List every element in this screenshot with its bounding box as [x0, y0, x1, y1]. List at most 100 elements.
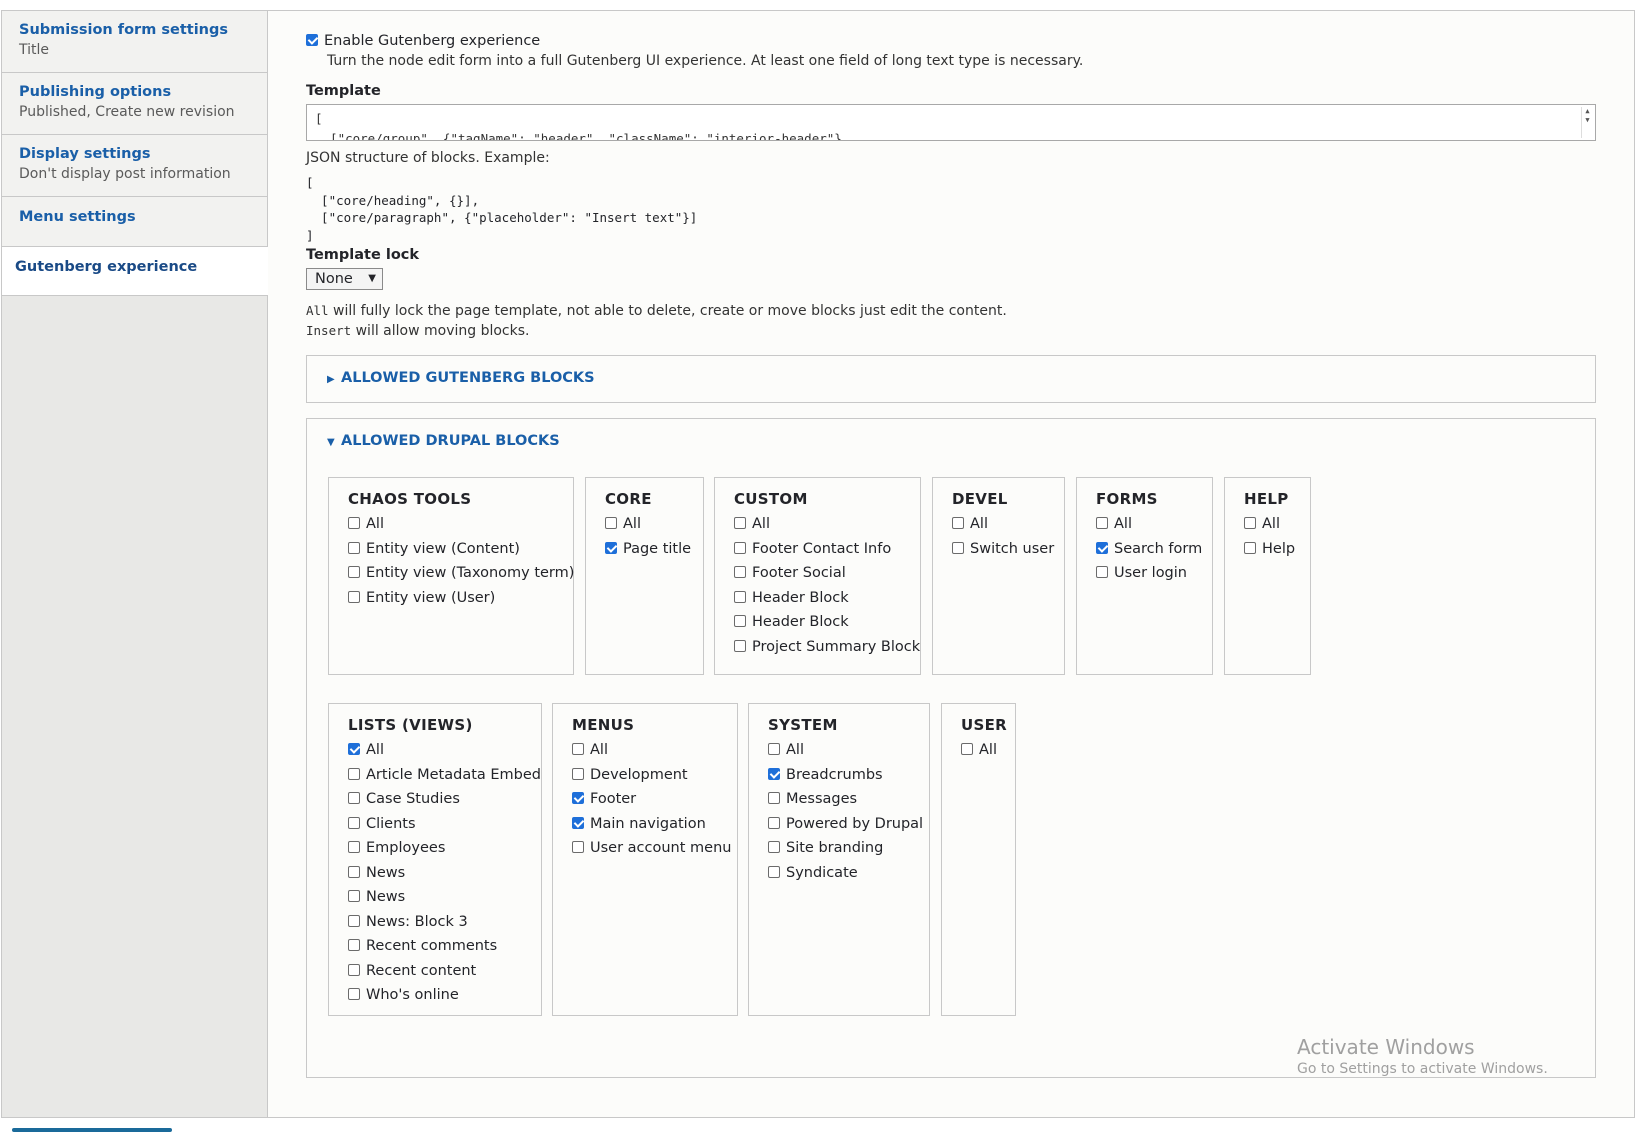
allowed-drupal-blocks-details: ▼ Allowed Drupal blocks CHAOS TOOLS All Ent… — [306, 418, 1596, 1078]
tab-gutenberg-experience[interactable]: Gutenberg experience — [2, 247, 268, 296]
block-option[interactable]: All — [348, 738, 541, 763]
block-checkbox[interactable] — [348, 914, 360, 927]
block-option[interactable]: Recent content — [348, 959, 541, 984]
block-option[interactable]: All — [961, 738, 1015, 763]
block-option[interactable]: All — [572, 738, 737, 763]
block-checkbox[interactable] — [768, 743, 780, 755]
block-option-label: Powered by Drupal — [786, 815, 924, 832]
block-checkbox[interactable] — [768, 865, 780, 878]
block-checkbox[interactable] — [734, 566, 746, 578]
block-checkbox[interactable] — [572, 743, 584, 755]
block-checkbox[interactable] — [348, 963, 360, 976]
block-checkbox[interactable] — [572, 816, 584, 829]
block-option[interactable]: News: Block 3 — [348, 910, 541, 935]
template-textarea[interactable]: [ ["core/group", {"tagName": "header", "… — [306, 104, 1596, 141]
block-checkbox[interactable] — [734, 541, 746, 554]
enable-gutenberg-checkbox[interactable] — [306, 34, 318, 46]
tab-display-settings[interactable]: Display settings Don't display post info… — [2, 135, 267, 197]
block-option-label: Breadcrumbs — [786, 766, 883, 783]
textarea-scrollbar[interactable]: ▲ ▼ — [1581, 107, 1593, 138]
block-checkbox[interactable] — [734, 639, 746, 652]
block-option[interactable]: Site branding — [768, 836, 929, 861]
tab-publishing-options[interactable]: Publishing options Published, Create new… — [2, 73, 267, 135]
block-checkbox[interactable] — [768, 841, 780, 853]
block-option[interactable]: All — [1244, 512, 1310, 537]
tab-menu-settings[interactable]: Menu settings — [2, 197, 267, 247]
block-option[interactable]: User account menu — [572, 836, 737, 861]
block-checkbox[interactable] — [348, 743, 360, 755]
block-checkbox[interactable] — [605, 541, 617, 554]
block-checkbox[interactable] — [348, 792, 360, 804]
block-checkbox[interactable] — [768, 792, 780, 804]
block-checkbox[interactable] — [734, 615, 746, 627]
block-checkbox[interactable] — [952, 541, 964, 554]
block-option[interactable]: All — [348, 512, 573, 537]
block-option[interactable]: News — [348, 885, 541, 910]
block-checkbox[interactable] — [768, 767, 780, 780]
block-checkbox[interactable] — [572, 767, 584, 780]
block-checkbox[interactable] — [768, 816, 780, 829]
block-option[interactable]: User login — [1096, 561, 1212, 586]
block-checkbox[interactable] — [348, 541, 360, 554]
block-checkbox[interactable] — [1096, 517, 1108, 529]
block-option[interactable]: Project Summary Block — [734, 635, 920, 660]
block-checkbox[interactable] — [348, 841, 360, 853]
block-checkbox[interactable] — [1096, 566, 1108, 578]
block-checkbox[interactable] — [1096, 541, 1108, 554]
allowed-drupal-blocks-summary[interactable]: ▼ Allowed Drupal blocks — [307, 419, 1595, 449]
block-checkbox[interactable] — [572, 792, 584, 804]
block-option[interactable]: Employees — [348, 836, 541, 861]
block-checkbox[interactable] — [1244, 541, 1256, 554]
block-option[interactable]: Header Block — [734, 586, 920, 611]
block-checkbox[interactable] — [1244, 517, 1256, 529]
allowed-gutenberg-blocks-summary[interactable]: ▶ Allowed Gutenberg blocks — [307, 356, 1595, 386]
block-checkbox[interactable] — [348, 890, 360, 902]
block-option[interactable]: Search form — [1096, 537, 1212, 562]
block-option[interactable]: Who's online — [348, 983, 541, 1008]
block-checkbox[interactable] — [952, 517, 964, 529]
block-checkbox[interactable] — [734, 590, 746, 603]
enable-gutenberg-row[interactable]: Enable Gutenberg experience — [306, 33, 540, 49]
block-checkbox[interactable] — [348, 590, 360, 603]
block-option[interactable]: Breadcrumbs — [768, 763, 929, 788]
block-option[interactable]: All — [605, 512, 703, 537]
block-option[interactable]: Recent comments — [348, 934, 541, 959]
block-checkbox[interactable] — [734, 517, 746, 529]
block-option[interactable]: All — [768, 738, 929, 763]
block-option[interactable]: All — [1096, 512, 1212, 537]
block-option[interactable]: Clients — [348, 812, 541, 837]
block-checkbox[interactable] — [348, 767, 360, 780]
block-checkbox[interactable] — [605, 517, 617, 529]
block-option[interactable]: Footer Contact Info — [734, 537, 920, 562]
block-option[interactable]: Main navigation — [572, 812, 737, 837]
tab-submission-form-settings[interactable]: Submission form settings Title — [2, 11, 267, 73]
template-lock-select[interactable]: None ▼ — [306, 268, 383, 290]
block-checkbox[interactable] — [572, 841, 584, 853]
block-checkbox[interactable] — [348, 816, 360, 829]
block-checkbox[interactable] — [348, 517, 360, 529]
block-option[interactable]: Entity view (Taxonomy term) — [348, 561, 574, 586]
block-option[interactable]: Case Studies — [348, 787, 541, 812]
block-option[interactable]: All — [734, 512, 920, 537]
block-option[interactable]: Page title — [605, 537, 703, 562]
block-option[interactable]: Powered by Drupal — [768, 812, 929, 837]
block-option[interactable]: Switch user — [952, 537, 1064, 562]
block-option[interactable]: All — [952, 512, 1064, 537]
block-option[interactable]: Header Block — [734, 610, 920, 635]
block-option[interactable]: Footer — [572, 787, 737, 812]
block-option-label: All — [786, 742, 804, 758]
block-option[interactable]: Syndicate — [768, 861, 929, 886]
block-option[interactable]: Entity view (User) — [348, 586, 573, 611]
block-checkbox[interactable] — [961, 743, 973, 755]
block-option[interactable]: Help — [1244, 537, 1310, 562]
block-option[interactable]: News — [348, 861, 541, 886]
block-option[interactable]: Messages — [768, 787, 929, 812]
block-checkbox[interactable] — [348, 566, 360, 578]
block-option[interactable]: Article Metadata Embed — [348, 763, 541, 788]
block-option[interactable]: Footer Social — [734, 561, 920, 586]
block-checkbox[interactable] — [348, 988, 360, 1000]
block-option[interactable]: Development — [572, 763, 737, 788]
block-checkbox[interactable] — [348, 865, 360, 878]
block-checkbox[interactable] — [348, 939, 360, 951]
block-option[interactable]: Entity view (Content) — [348, 537, 573, 562]
